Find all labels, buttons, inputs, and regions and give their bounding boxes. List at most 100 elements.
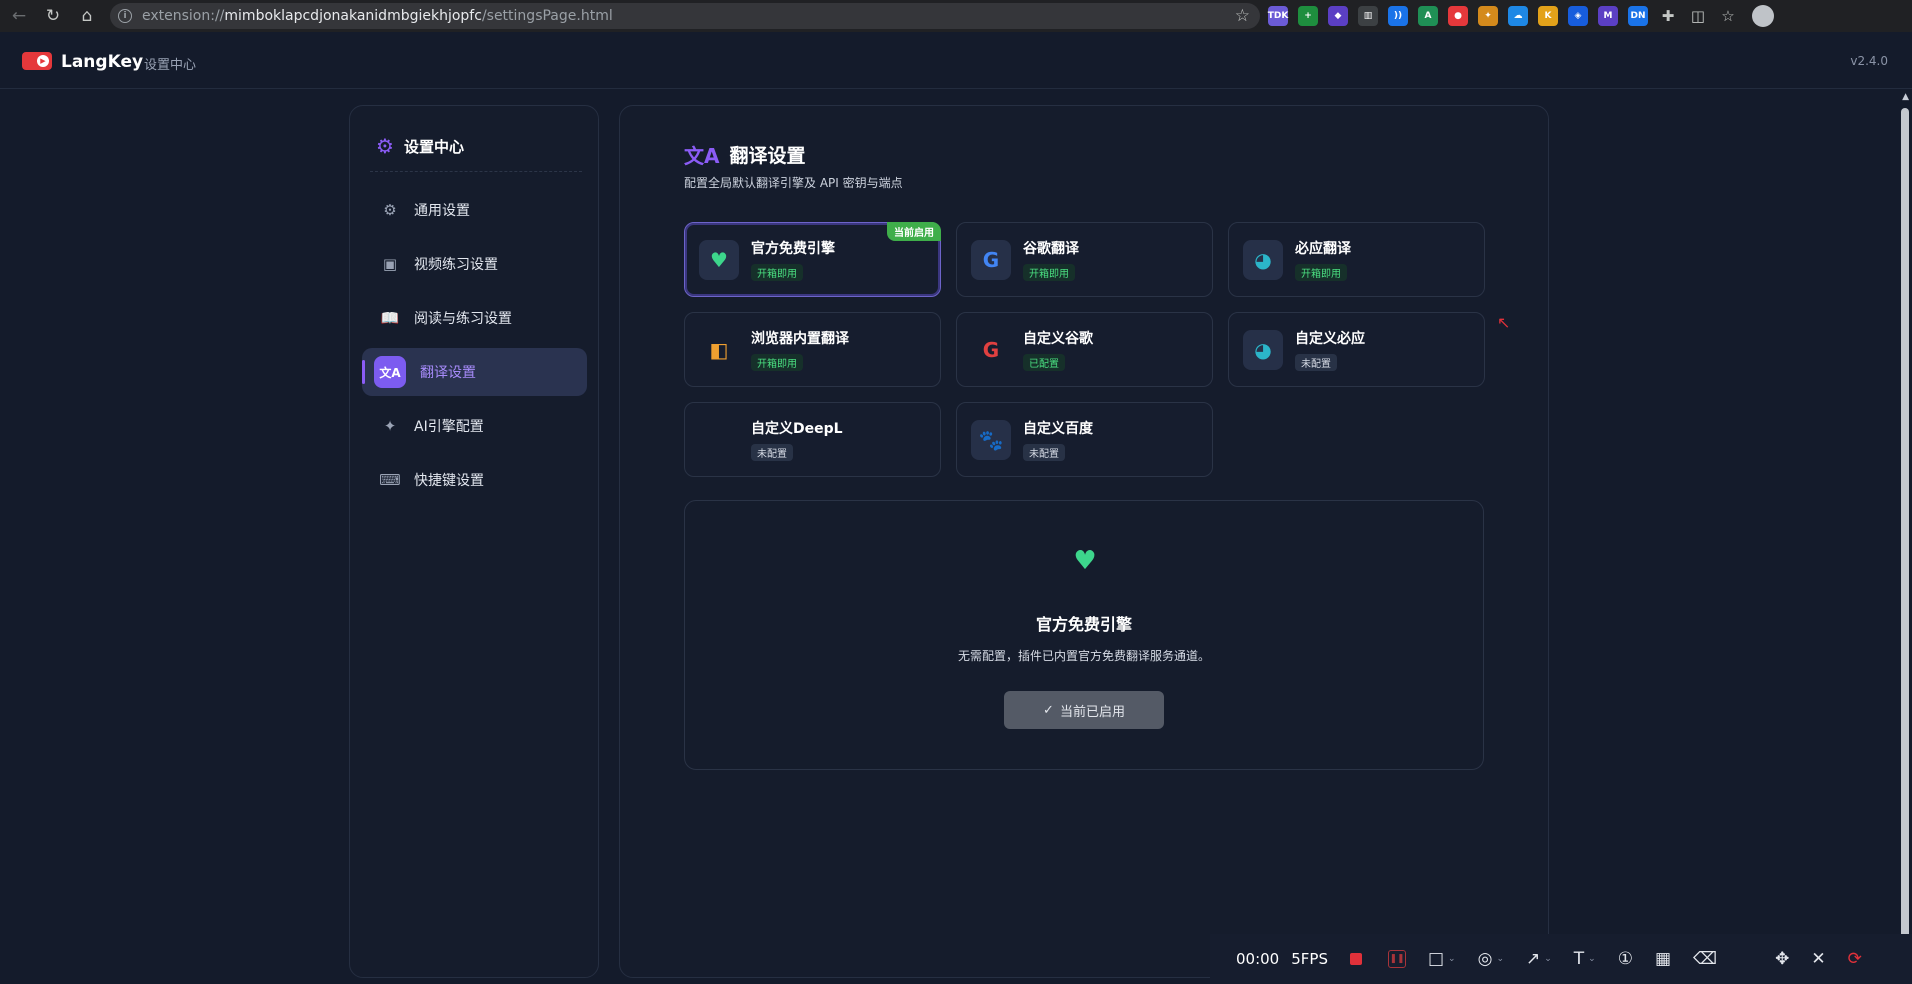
- mosaic-tool[interactable]: ▦: [1655, 949, 1671, 969]
- langkey-logo-icon: ▶: [22, 52, 52, 70]
- close-recorder-button[interactable]: ✕: [1811, 949, 1825, 969]
- back-icon[interactable]: ←: [2, 0, 36, 32]
- app-header: ▶ LangKey 设置中心 v2.4.0: [0, 32, 1912, 89]
- engine-card[interactable]: ♥ 官方免费引擎 开箱即用 当前启用: [684, 222, 941, 297]
- move-icon: ✥: [1775, 949, 1790, 969]
- status-badge: 未配置: [751, 444, 793, 461]
- sidebar-menu: ⚙ 通用设置 ▣ 视频练习设置 📖 阅读与练习设置 文A 翻译设置 ✦ AI引擎…: [362, 186, 587, 510]
- fox-ext-icon[interactable]: ✦: [1478, 6, 1498, 26]
- engine-icon: ♥: [699, 239, 739, 280]
- step-tool[interactable]: ①: [1618, 949, 1633, 969]
- sidebar-item-reading-practice[interactable]: 📖 阅读与练习设置: [362, 294, 587, 342]
- address-bar[interactable]: i extension://mimboklapcdjonakanidmbgiek…: [110, 3, 1260, 29]
- engine-card[interactable]: G 谷歌翻译 开箱即用: [956, 222, 1213, 297]
- url-path: /settingsPage.html: [481, 8, 613, 24]
- ledger-ext-icon[interactable]: ▥: [1358, 6, 1378, 26]
- detail-title: 官方免费引擎: [1035, 615, 1132, 634]
- scroll-up-icon[interactable]: ▲: [1902, 92, 1909, 102]
- stop-recording-button[interactable]: [1349, 953, 1362, 965]
- sidebar-item-translation[interactable]: 文A 翻译设置: [362, 348, 587, 396]
- number-circle-icon: ①: [1617, 949, 1633, 969]
- status-badge: 开箱即用: [751, 264, 803, 281]
- engine-name: 自定义谷歌: [1023, 331, 1093, 347]
- sidebar-item-label: 通用设置: [414, 203, 470, 219]
- circle-ext-icon[interactable]: K: [1538, 6, 1558, 26]
- puzzle-icon[interactable]: ✚: [1658, 6, 1678, 26]
- engine-icon: ◧: [709, 337, 729, 362]
- bitwarden-ext-icon[interactable]: ◈: [1568, 6, 1588, 26]
- pause-recording-button[interactable]: ❚❚: [1387, 950, 1406, 968]
- current-enabled-badge: 当前启用: [887, 222, 941, 241]
- engine-card[interactable]: 自定义DeepL 未配置: [684, 402, 941, 477]
- cloud-ext-icon[interactable]: ☁: [1508, 6, 1528, 26]
- status-badge: 未配置: [1295, 354, 1337, 371]
- home-icon[interactable]: ⌂: [70, 0, 104, 32]
- arrow-tool[interactable]: ↗ ⌄: [1526, 949, 1552, 969]
- sidebar-item-label: 阅读与练习设置: [414, 311, 512, 327]
- info-icon[interactable]: i: [118, 9, 132, 23]
- m-ext-icon[interactable]: M: [1598, 6, 1618, 26]
- tdk-ext-icon[interactable]: TDK: [1268, 6, 1288, 26]
- engine-card[interactable]: G 自定义谷歌 已配置: [956, 312, 1213, 387]
- move-tool[interactable]: ✥: [1775, 949, 1789, 969]
- engine-grid: ♥ 官方免费引擎 开箱即用 当前启用 G 谷歌翻译 开箱即用 ◕ 必应翻译 开箱即用 ◧ 浏览器内置翻…: [684, 222, 1485, 477]
- eraser-tool[interactable]: ⌫: [1693, 949, 1717, 969]
- engine-name: 自定义必应: [1295, 331, 1365, 347]
- restart-recorder-button[interactable]: ⟳: [1848, 949, 1862, 969]
- mouse-cursor-icon: ↖: [1497, 313, 1511, 332]
- sidebar-item-label: 翻译设置: [420, 365, 476, 381]
- sidebar-item-shortcuts[interactable]: ⌨ 快捷键设置: [362, 456, 587, 504]
- engine-icon: 🐾: [971, 419, 1011, 460]
- page-description: 配置全局默认翻译引擎及 API 密钥与端点: [684, 176, 903, 190]
- page-title-text: 翻译设置: [729, 145, 806, 167]
- dn-ext-icon[interactable]: DN: [1628, 6, 1648, 26]
- sidebar-item-general[interactable]: ⚙ 通用设置: [362, 186, 587, 234]
- sidebar-item-ai-engine[interactable]: ✦ AI引擎配置: [362, 402, 587, 450]
- split-view-icon[interactable]: ◫: [1688, 6, 1708, 26]
- translation-settings-panel: 文A 翻译设置 配置全局默认翻译引擎及 API 密钥与端点 ♥ 官方免费引擎 开箱即…: [619, 105, 1549, 978]
- video-icon: ▣: [382, 255, 398, 273]
- free-engine-icon: ♥: [1073, 546, 1097, 576]
- engine-card[interactable]: 🐾 自定义百度 未配置: [956, 402, 1213, 477]
- sidebar-divider: [370, 171, 582, 172]
- sidebar-item-label: 视频练习设置: [414, 257, 498, 273]
- chevron-down-icon: ⌄: [1448, 954, 1456, 964]
- scrollbar-thumb[interactable]: [1901, 108, 1909, 974]
- rectangle-tool[interactable]: □ ⌄: [1428, 949, 1456, 969]
- engine-icon: G: [982, 337, 1000, 362]
- enabled-button[interactable]: ✓ 当前已启用: [1004, 691, 1164, 729]
- text-tool[interactable]: T ⌄: [1574, 949, 1596, 969]
- engine-card[interactable]: ◧ 浏览器内置翻译 开箱即用: [684, 312, 941, 387]
- detail-description: 无需配置，插件已内置官方免费翻译服务通道。: [957, 649, 1210, 663]
- sidebar-item-video-practice[interactable]: ▣ 视频练习设置: [362, 240, 587, 288]
- engine-name: 谷歌翻译: [1023, 241, 1079, 257]
- reload-icon[interactable]: ↻: [36, 0, 70, 32]
- check-circle-icon: ✓: [1043, 702, 1054, 718]
- diamond-ext-icon[interactable]: ◆: [1328, 6, 1348, 26]
- status-badge: 开箱即用: [1023, 264, 1075, 281]
- circle-icon: ◎: [1477, 949, 1493, 969]
- chevron-down-icon: ⌄: [1588, 954, 1596, 964]
- engine-name: 自定义百度: [1023, 421, 1093, 437]
- engine-card[interactable]: ◕ 自定义必应 未配置: [1228, 312, 1485, 387]
- screen-recorder-toolbar: 00:00 5FPS ❚❚ □ ⌄ ◎ ⌄ ↗ ⌄ T ⌄ ① ▦ ⌫ ✥ ✕ ⟳: [1210, 934, 1912, 984]
- header-subtitle: 设置中心: [144, 58, 197, 73]
- keyboard-icon: ⌨: [379, 471, 401, 489]
- a-ext-icon[interactable]: A: [1418, 6, 1438, 26]
- url-scheme: extension://: [142, 8, 225, 24]
- engine-card[interactable]: ◕ 必应翻译 开箱即用: [1228, 222, 1485, 297]
- page-title: 文A 翻译设置: [684, 140, 806, 169]
- avatar[interactable]: [1752, 5, 1774, 27]
- favorites-icon[interactable]: ☆: [1718, 6, 1738, 26]
- engine-detail-panel: ♥ 官方免费引擎 无需配置，插件已内置官方免费翻译服务通道。 ✓ 当前已启用: [684, 500, 1484, 770]
- engine-name: 必应翻译: [1295, 241, 1351, 257]
- wave-ext-icon[interactable]: )): [1388, 6, 1408, 26]
- sidebar-title-text: 设置中心: [403, 137, 464, 156]
- sparkle-icon: ✦: [383, 417, 397, 435]
- eraser-icon: ⌫: [1693, 949, 1718, 969]
- recording-timer: 00:00: [1236, 950, 1280, 968]
- green-ext-icon[interactable]: +: [1298, 6, 1318, 26]
- bookmark-star-icon[interactable]: ☆: [1235, 6, 1250, 26]
- circle-tool[interactable]: ◎ ⌄: [1478, 949, 1504, 969]
- langkey-ext-icon[interactable]: ●: [1448, 6, 1468, 26]
